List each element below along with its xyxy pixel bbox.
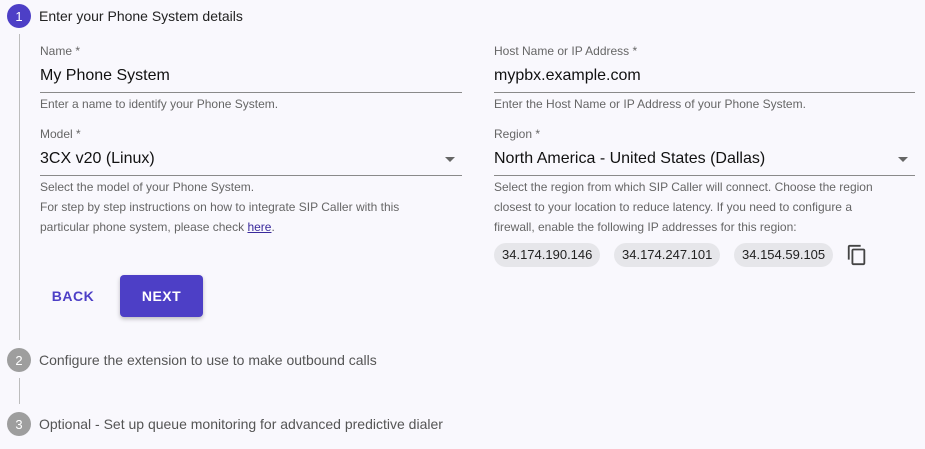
name-label: Name *: [40, 44, 81, 58]
step-1-indicator: 1: [7, 4, 31, 28]
region-helper: Select the region from which SIP Caller …: [494, 177, 919, 237]
region-label: Region *: [494, 127, 541, 141]
step-2-number: 2: [15, 352, 23, 368]
model-helper-line-3-end: .: [271, 220, 275, 234]
step-1-title[interactable]: Enter your Phone System details: [39, 8, 243, 24]
integration-guide-link[interactable]: here: [247, 220, 271, 234]
step-3-indicator: 3: [7, 412, 31, 436]
host-helper: Enter the Host Name or IP Address of you…: [494, 97, 806, 111]
model-underline: [40, 175, 462, 176]
step-1-number: 1: [15, 8, 23, 24]
ip-chip: 34.174.190.146: [494, 243, 601, 267]
arrow-drop-down-icon[interactable]: [898, 157, 908, 162]
step-3-title[interactable]: Optional - Set up queue monitoring for a…: [39, 416, 443, 432]
region-helper-line-2: closest to your location to reduce laten…: [494, 200, 852, 214]
host-underline: [494, 92, 915, 93]
model-helper-line-1: Select the model of your Phone System.: [40, 180, 255, 194]
model-helper-line-2: For step by step instructions on how to …: [40, 200, 400, 214]
next-button[interactable]: NEXT: [120, 275, 203, 317]
model-helper-line-3-text: particular phone system, please check: [40, 220, 248, 234]
region-helper-line-1: Select the region from which SIP Caller …: [494, 180, 873, 194]
model-helper: Select the model of your Phone System. F…: [40, 177, 470, 237]
host-label: Host Name or IP Address *: [494, 44, 638, 58]
name-underline: [40, 92, 462, 93]
step-2-indicator: 2: [7, 348, 31, 372]
copy-icon[interactable]: [846, 243, 868, 267]
arrow-drop-down-icon[interactable]: [445, 157, 455, 162]
region-select[interactable]: North America - United States (Dallas): [494, 150, 765, 168]
step-2-title[interactable]: Configure the extension to use to make o…: [39, 352, 377, 368]
step-1-connector: [19, 34, 20, 340]
model-select[interactable]: 3CX v20 (Linux): [40, 150, 155, 168]
region-helper-line-3: firewall, enable the following IP addres…: [494, 220, 797, 234]
name-helper: Enter a name to identify your Phone Syst…: [40, 97, 279, 111]
ip-chip: 34.174.247.101: [614, 243, 721, 267]
step-3-number: 3: [15, 416, 23, 432]
step-2-connector: [19, 378, 20, 404]
ip-chip: 34.154.59.105: [734, 243, 834, 267]
model-helper-line-3: particular phone system, please check he…: [40, 217, 470, 237]
back-button[interactable]: BACK: [40, 275, 106, 317]
name-input[interactable]: My Phone System: [40, 67, 170, 85]
host-input[interactable]: mypbx.example.com: [494, 67, 641, 85]
model-label: Model *: [40, 127, 81, 141]
region-underline: [494, 175, 915, 176]
